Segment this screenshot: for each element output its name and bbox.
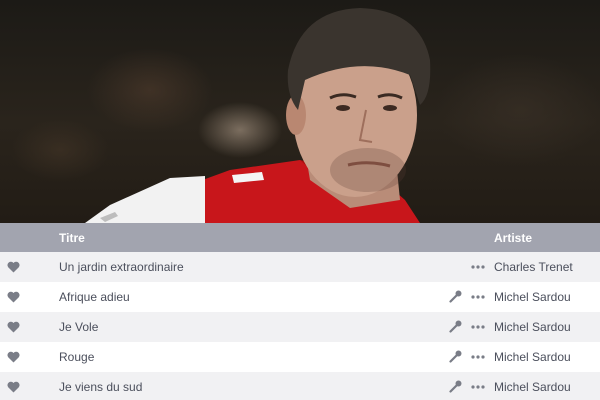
more-dots-icon[interactable] (471, 325, 485, 329)
track-table: Titre Artiste Un jardin extraordinaire C… (0, 223, 600, 400)
column-header-title[interactable]: Titre (59, 231, 85, 245)
table-header: Titre Artiste (0, 223, 600, 252)
more-dots-icon[interactable] (471, 355, 485, 359)
more-dots-icon[interactable] (471, 265, 485, 269)
track-title[interactable]: Un jardin extraordinaire (59, 260, 184, 274)
heart-icon[interactable] (7, 321, 20, 333)
microphone-icon[interactable] (449, 290, 462, 303)
heart-icon[interactable] (7, 381, 20, 393)
heart-icon[interactable] (7, 351, 20, 363)
track-artist[interactable]: Michel Sardou (494, 290, 571, 304)
track-artist[interactable]: Michel Sardou (494, 320, 571, 334)
column-header-artist[interactable]: Artiste (494, 231, 532, 245)
track-title[interactable]: Je viens du sud (59, 380, 142, 394)
table-row[interactable]: Je Vole Michel Sardou (0, 312, 600, 342)
microphone-icon[interactable] (449, 320, 462, 333)
track-title[interactable]: Je Vole (59, 320, 98, 334)
track-artist[interactable]: Charles Trenet (494, 260, 573, 274)
heart-icon[interactable] (7, 291, 20, 303)
track-artist[interactable]: Michel Sardou (494, 350, 571, 364)
photo-illustration (85, 8, 431, 223)
microphone-icon[interactable] (449, 380, 462, 393)
track-artist[interactable]: Michel Sardou (494, 380, 571, 394)
table-row[interactable]: Afrique adieu Michel Sardou (0, 282, 600, 312)
artist-photo (0, 0, 600, 223)
track-title[interactable]: Rouge (59, 350, 94, 364)
table-row[interactable]: Un jardin extraordinaire Charles Trenet (0, 252, 600, 282)
table-row[interactable]: Rouge Michel Sardou (0, 342, 600, 372)
track-title[interactable]: Afrique adieu (59, 290, 130, 304)
heart-icon[interactable] (7, 261, 20, 273)
table-row[interactable]: Je viens du sud Michel Sardou (0, 372, 600, 400)
more-dots-icon[interactable] (471, 385, 485, 389)
microphone-icon[interactable] (449, 350, 462, 363)
more-dots-icon[interactable] (471, 295, 485, 299)
